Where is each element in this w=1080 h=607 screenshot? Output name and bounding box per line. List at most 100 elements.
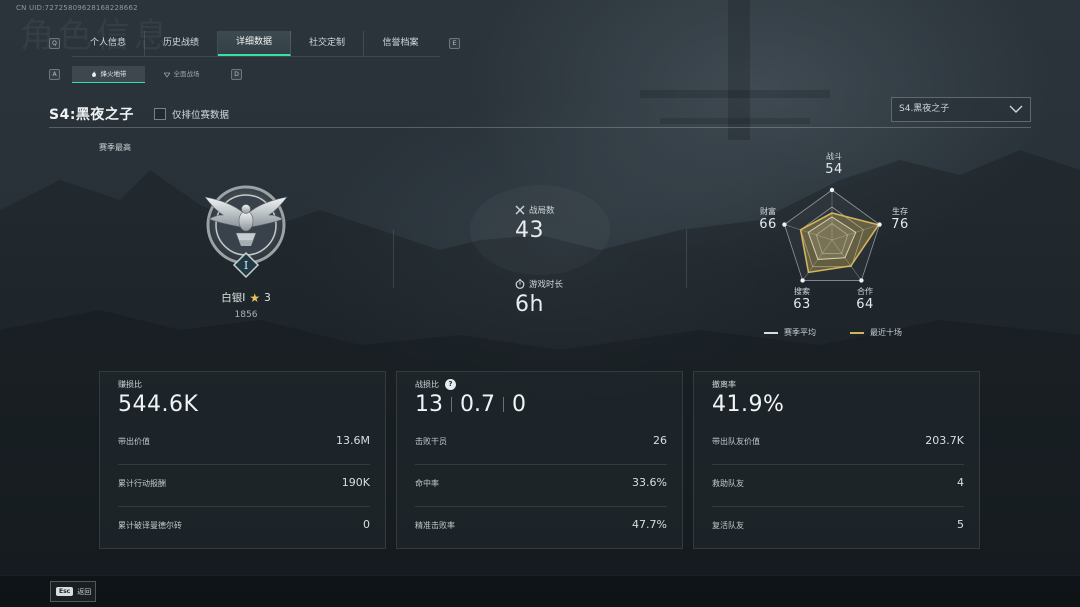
- mode-subtabs: 烽火地带 全面战场: [72, 66, 218, 83]
- star-icon: ★: [249, 290, 261, 305]
- rank-only-checkbox[interactable]: [154, 108, 166, 120]
- radar-axis-value: 64: [856, 297, 874, 312]
- header-divider: [49, 127, 1031, 128]
- extraction-card: 撤离率 41.9% 带出队友价值 203.7K 救助队友 4 复活队友 5: [693, 371, 980, 549]
- row-key: 带出队友价值: [712, 437, 760, 446]
- tab-social[interactable]: 社交定制: [291, 31, 364, 56]
- row-value: 203.7K: [925, 434, 964, 447]
- row-key: 带出价值: [118, 437, 150, 446]
- legend-label: 最近十场: [870, 328, 902, 337]
- season-dropdown[interactable]: S4.黑夜之子: [891, 97, 1031, 122]
- help-icon[interactable]: ?: [445, 379, 456, 390]
- tab-history[interactable]: 历史战绩: [145, 31, 218, 56]
- back-button[interactable]: Esc 返回: [50, 581, 96, 602]
- card-head-label: 战损比: [415, 380, 439, 389]
- legend-line: [764, 331, 778, 334]
- card-big-value: 544.6K: [118, 392, 199, 417]
- card-row: 累计行动报酬 190K: [118, 464, 370, 506]
- crossed-swords-icon: [515, 205, 525, 215]
- row-key: 击败干员: [415, 437, 447, 446]
- rank-only-toggle[interactable]: 仅排位赛数据: [154, 107, 229, 121]
- radar-label-search: 搜索 63: [782, 286, 822, 312]
- matches-stat: 战局数 43: [515, 204, 555, 243]
- radar-label-wealth: 财富 66: [748, 206, 788, 232]
- subtab-hazard-zone[interactable]: 烽火地带: [72, 66, 145, 83]
- playtime-label: 游戏时长: [529, 280, 564, 290]
- subtab-label: 全面战场: [173, 70, 200, 78]
- rank-badge-icon: I: [204, 185, 288, 279]
- rank-score: 1856: [234, 310, 258, 320]
- kd-values: 13 0.7 0: [415, 392, 526, 417]
- legend-recent-ten: 最近十场: [850, 327, 902, 338]
- card-row: 带出队友价值 203.7K: [712, 422, 964, 464]
- svg-text:I: I: [244, 259, 248, 272]
- tab-detailed-data[interactable]: 详细数据: [218, 31, 291, 56]
- battlefield-icon: [163, 72, 170, 78]
- rank-stars: 3: [264, 291, 271, 304]
- esc-key-icon: Esc: [56, 587, 74, 596]
- radar-axis-name: 搜索: [794, 287, 810, 296]
- row-value: 33.6%: [632, 476, 667, 489]
- matches-value: 43: [515, 218, 544, 243]
- stopwatch-icon: [515, 279, 525, 289]
- card-row: 带出价值 13.6M: [118, 422, 370, 464]
- tab-next-key-hint[interactable]: E: [449, 38, 460, 49]
- card-row: 精准击败率 47.7%: [415, 506, 667, 548]
- playtime-stat: 游戏时长 6h: [515, 278, 563, 317]
- card-head-label: 撤离率: [712, 380, 736, 389]
- card-row: 救助队友 4: [712, 464, 964, 506]
- row-value: 4: [957, 476, 964, 489]
- radar-axis-value: 63: [793, 297, 811, 312]
- card-row: 累计破译曼德尔砖 0: [118, 506, 370, 548]
- subtab-full-battlefield[interactable]: 全面战场: [145, 66, 218, 83]
- profit-card: 赚损比 544.6K 带出价值 13.6M 累计行动报酬 190K 累计破译曼德尔砖…: [99, 371, 386, 549]
- radar-axis-value: 66: [759, 217, 777, 232]
- rank-name: 白银I ★ 3: [200, 290, 292, 305]
- rank-tier: 白银I: [221, 292, 246, 304]
- card-row: 命中率 33.6%: [415, 464, 667, 506]
- radar-axis-name: 战斗: [826, 152, 842, 161]
- card-row: 复活队友 5: [712, 506, 964, 548]
- footer-bar: [0, 575, 1080, 607]
- row-value: 0: [363, 518, 370, 531]
- card-big-value: 41.9%: [712, 392, 785, 417]
- row-key: 累计行动报酬: [118, 479, 166, 488]
- row-key: 累计破译曼德尔砖: [118, 521, 182, 530]
- row-value: 47.7%: [632, 518, 667, 531]
- radar-vertex: [829, 187, 835, 193]
- radar-axis-name: 生存: [892, 207, 908, 216]
- row-key: 复活队友: [712, 521, 744, 530]
- matches-label: 战局数: [529, 206, 555, 216]
- playtime-value: 6h: [515, 292, 544, 317]
- kd-ratio: 0.7: [460, 392, 495, 417]
- kd-card: 战损比 ? 13 0.7 0 击败干员 26 命中率 33.6% 精准击败率 47.7…: [396, 371, 683, 549]
- radar-label-combat: 战斗 54: [814, 151, 854, 177]
- back-label: 返回: [77, 587, 92, 596]
- value-separator: [503, 397, 504, 412]
- row-value: 190K: [341, 476, 370, 489]
- subtab-label: 烽火地带: [100, 70, 127, 78]
- rank-only-label: 仅排位赛数据: [172, 110, 230, 121]
- card-head-label: 赚损比: [118, 380, 142, 389]
- chevron-down-icon: [1009, 105, 1023, 113]
- season-title: S4:黑夜之子: [49, 107, 134, 123]
- season-dropdown-value: S4.黑夜之子: [899, 104, 950, 114]
- row-key: 命中率: [415, 479, 439, 488]
- row-key: 精准击败率: [415, 521, 455, 530]
- radar-axis-name: 财富: [760, 207, 776, 216]
- legend-season-average: 赛季平均: [764, 327, 816, 338]
- kd-kills: 13: [415, 392, 443, 417]
- subtab-next-key-hint[interactable]: D: [231, 69, 242, 80]
- subtab-prev-key-hint[interactable]: A: [49, 69, 60, 80]
- value-separator: [451, 397, 452, 412]
- row-key: 救助队友: [712, 479, 744, 488]
- flame-icon: [91, 71, 96, 77]
- legend-line: [850, 331, 864, 334]
- season-best-label: 赛季最高: [99, 143, 131, 152]
- radar-axis-name: 合作: [857, 287, 873, 296]
- tab-personal-info[interactable]: 个人信息: [72, 31, 145, 56]
- row-value: 26: [653, 434, 667, 447]
- row-value: 13.6M: [336, 434, 370, 447]
- tab-credit[interactable]: 信誉档案: [364, 31, 437, 56]
- tab-prev-key-hint[interactable]: Q: [49, 38, 60, 49]
